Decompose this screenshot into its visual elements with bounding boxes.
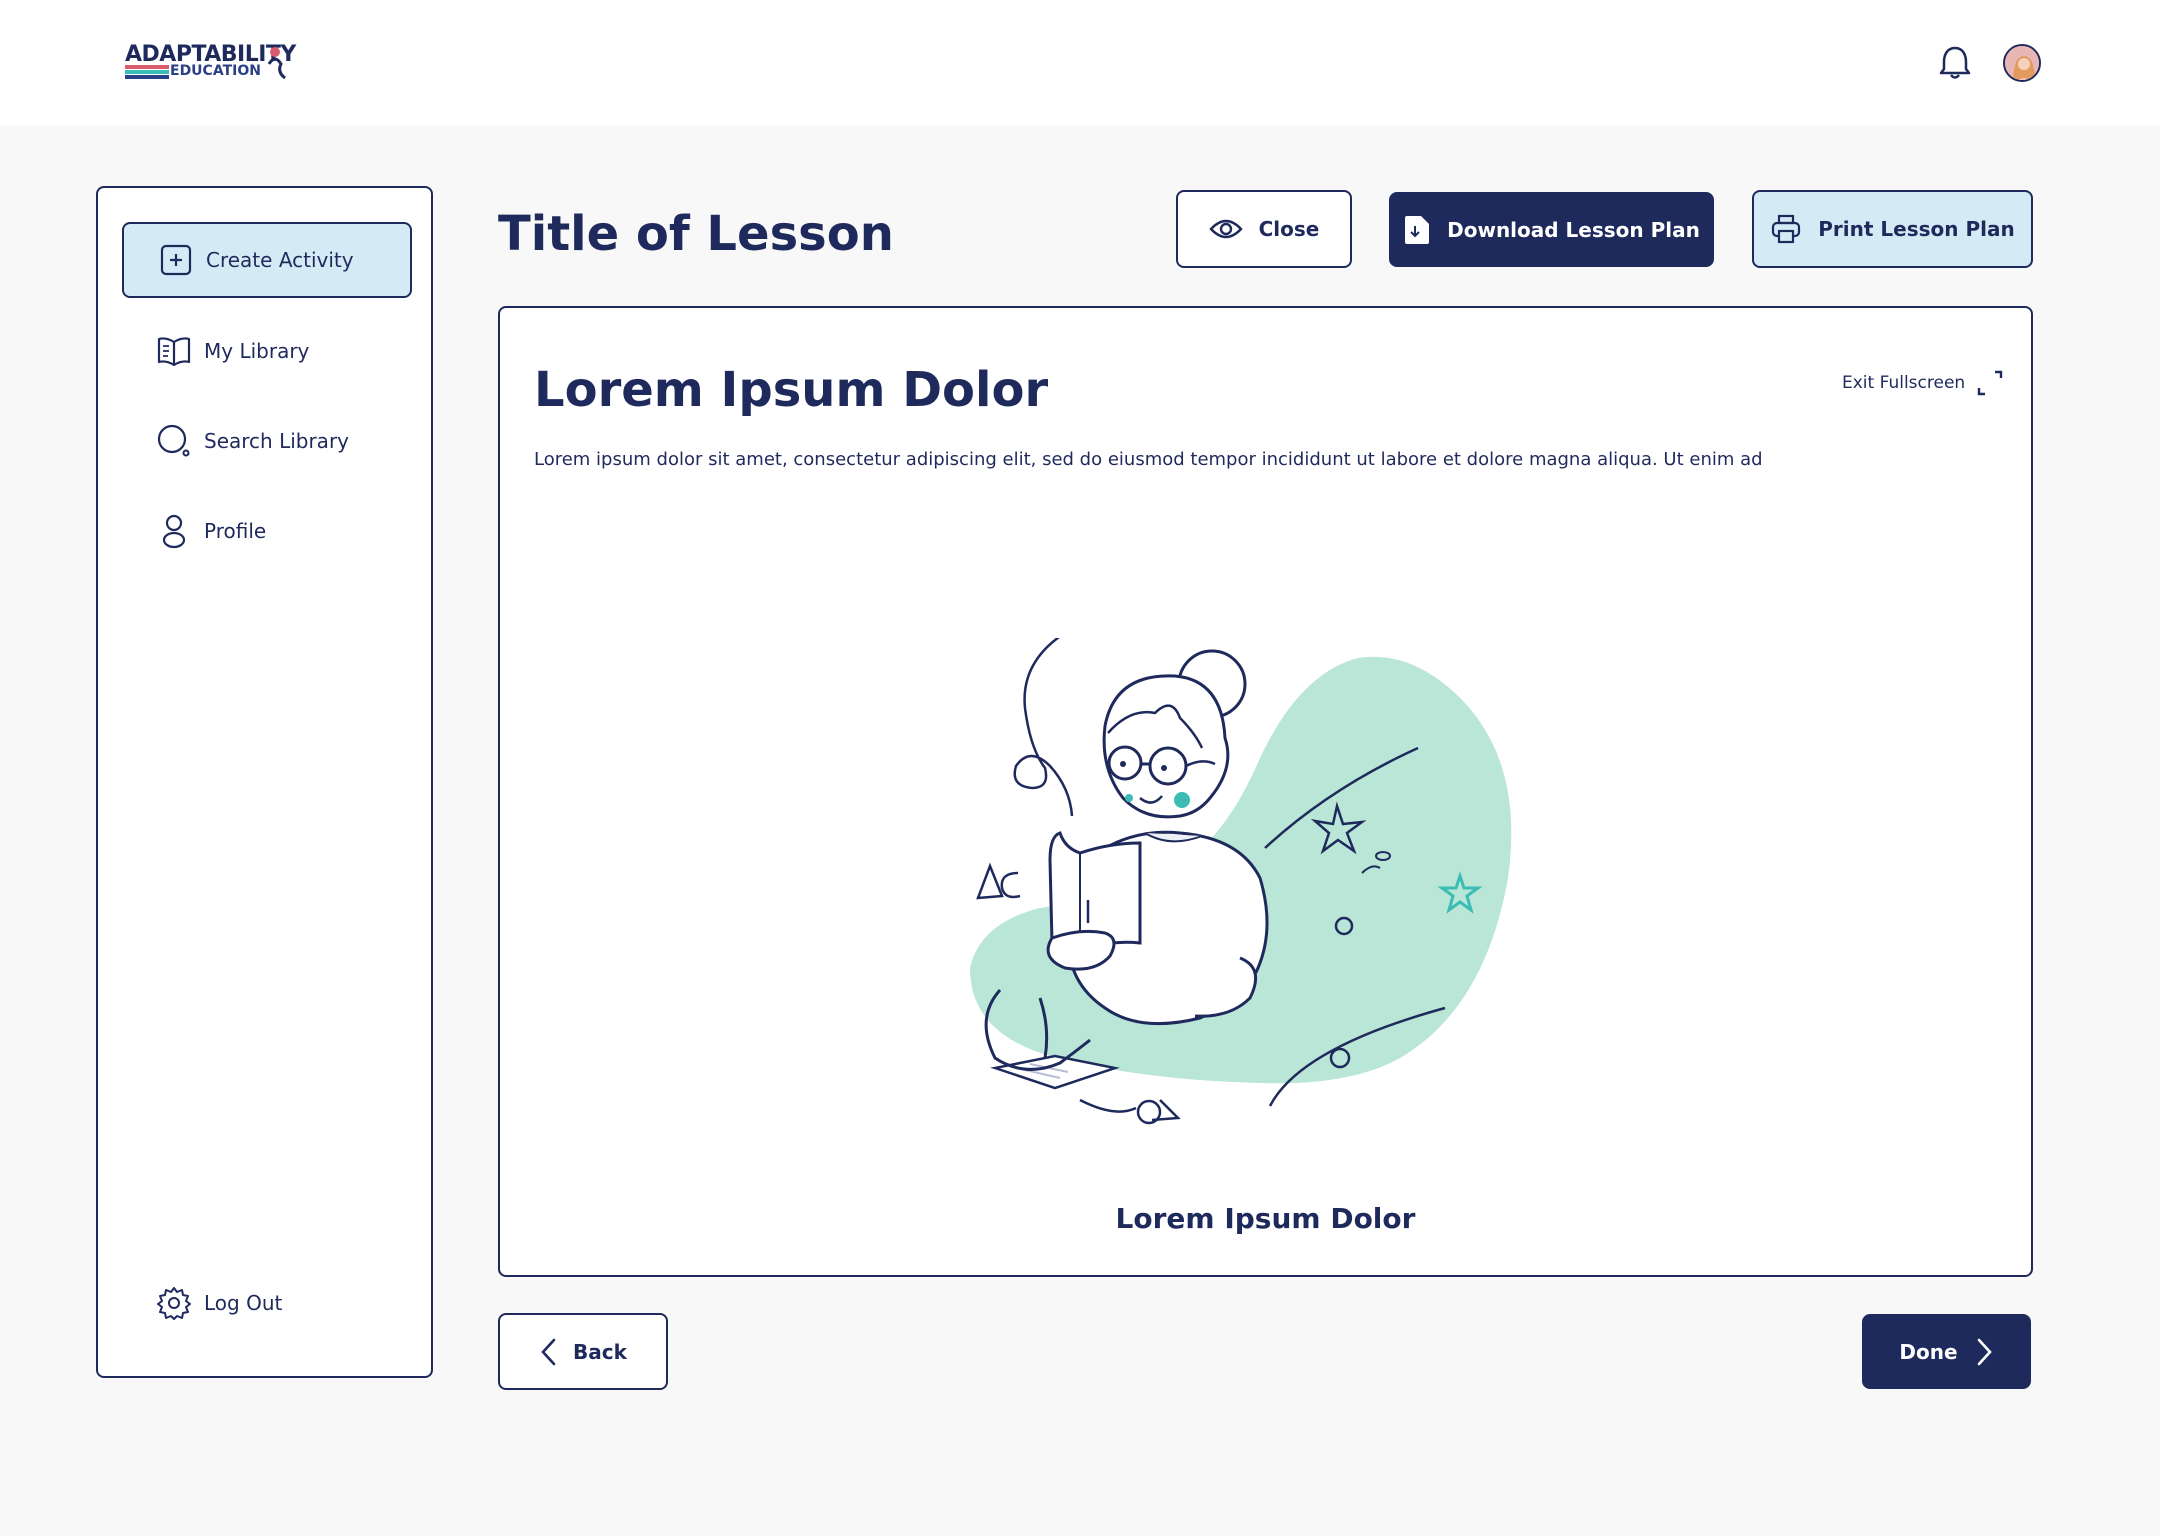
search-icon	[156, 423, 192, 459]
sidebar-item-create-activity[interactable]: Create Activity	[122, 222, 412, 298]
lesson-content-card: Lorem Ipsum Dolor Exit Fullscreen Lorem …	[498, 306, 2033, 1277]
logo[interactable]: ADAPTABILITY EDUCATION	[123, 42, 296, 86]
printer-icon	[1770, 213, 1802, 245]
illustration-caption: Lorem Ipsum Dolor	[1115, 1202, 1416, 1235]
avatar[interactable]	[2003, 44, 2041, 82]
plus-square-icon	[158, 242, 194, 278]
download-file-icon	[1403, 214, 1431, 246]
exit-fullscreen-label: Exit Fullscreen	[1842, 373, 1966, 393]
chevron-left-icon	[539, 1337, 557, 1367]
sidebar-item-label: My Library	[204, 339, 310, 363]
chevron-right-icon	[1976, 1337, 1994, 1367]
close-button-label: Close	[1258, 217, 1320, 241]
avatar-image	[2005, 46, 2039, 80]
bell-icon[interactable]	[1938, 44, 1972, 82]
book-icon	[156, 333, 192, 369]
back-button-label: Back	[573, 1339, 627, 1364]
content-paragraph: Lorem ipsum dolor sit amet, consectetur …	[534, 449, 1763, 470]
eye-icon	[1208, 216, 1243, 242]
exit-fullscreen-icon	[1977, 370, 2003, 396]
sidebar-item-my-library[interactable]: My Library	[122, 313, 412, 389]
close-button[interactable]: Close	[1176, 190, 1352, 268]
print-button-label: Print Lesson Plan	[1818, 217, 2015, 241]
logo-text-secondary: EDUCATION	[170, 63, 261, 79]
top-bar: ADAPTABILITY EDUCATION	[0, 0, 2160, 125]
download-lesson-plan-button[interactable]: Download Lesson Plan	[1389, 192, 1714, 267]
back-button[interactable]: Back	[498, 1313, 668, 1390]
sidebar-item-label: Log Out	[204, 1291, 283, 1315]
sidebar-item-label: Search Library	[204, 429, 349, 453]
logo-stripe	[125, 65, 169, 69]
user-icon	[156, 513, 192, 549]
sidebar-item-label: Profile	[204, 519, 267, 543]
print-lesson-plan-button[interactable]: Print Lesson Plan	[1752, 190, 2033, 268]
sidebar-item-label: Create Activity	[206, 248, 354, 272]
logo-stripe	[125, 70, 169, 74]
logo-stripe	[125, 75, 169, 79]
content-heading: Lorem Ipsum Dolor	[534, 362, 1049, 418]
page-title: Title of Lesson	[498, 206, 894, 262]
sidebar-item-profile[interactable]: Profile	[122, 493, 412, 569]
done-button[interactable]: Done	[1862, 1314, 2031, 1389]
girl-reading-illustration	[970, 638, 1512, 1125]
logo-subline: EDUCATION	[125, 63, 265, 81]
download-button-label: Download Lesson Plan	[1447, 217, 1700, 242]
done-button-label: Done	[1899, 1339, 1958, 1364]
sidebar: Create Activity My Library Search Librar…	[96, 186, 433, 1378]
exit-fullscreen-button[interactable]: Exit Fullscreen	[1842, 370, 2003, 396]
logo-mark-icon	[267, 47, 286, 80]
sidebar-item-log-out[interactable]: Log Out	[122, 1265, 412, 1341]
sidebar-item-search-library[interactable]: Search Library	[122, 403, 412, 479]
gear-icon	[156, 1285, 192, 1321]
